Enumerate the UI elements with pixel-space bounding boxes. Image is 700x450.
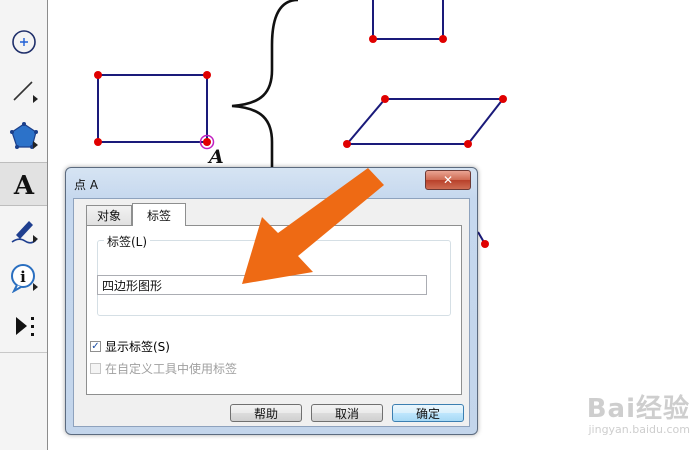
vertex-point	[203, 71, 211, 79]
vertex-point	[381, 95, 389, 103]
vertex-point	[343, 140, 351, 148]
square-shape	[369, 0, 447, 43]
show-label-row[interactable]: 显示标签(S)	[90, 338, 170, 355]
ok-button[interactable]: 确定	[392, 404, 464, 422]
use-in-custom-tools-text: 在自定义工具中使用标签	[105, 362, 238, 376]
vertex-point	[94, 71, 102, 79]
label-group-legend: 标签(L)	[104, 233, 151, 250]
dialog-title: 点 A	[74, 178, 99, 192]
svg-text:A: A	[12, 171, 34, 199]
watermark-url: jingyan.baidu.com	[588, 423, 690, 436]
tab-object[interactable]: 对象	[86, 205, 132, 225]
toolbar: A i	[0, 0, 48, 450]
marker-tool[interactable]	[0, 208, 47, 252]
show-label-checkbox[interactable]	[90, 341, 101, 352]
vertex-point	[499, 95, 507, 103]
segment-tool[interactable]	[0, 68, 47, 112]
vertex-point	[481, 240, 489, 248]
brace-shape	[231, 0, 299, 175]
point-properties-dialog: 点 A ✕ 对象 标签 标签(L) 显示标签(S) 在自定义工具中使用标签 帮助…	[65, 167, 478, 435]
vertex-point	[369, 35, 377, 43]
watermark: Bai经验 jingyan.baidu.com	[587, 388, 690, 436]
vertex-point	[94, 138, 102, 146]
close-icon: ✕	[442, 173, 454, 187]
rectangle-shape	[94, 71, 215, 150]
text-tool[interactable]: A	[0, 162, 47, 206]
point-tool[interactable]	[0, 20, 47, 64]
point-a-label: A	[209, 146, 224, 168]
vertex-point	[439, 35, 447, 43]
partial-shape	[477, 231, 489, 248]
watermark-brand: Bai经验	[586, 394, 690, 424]
polygon-tool[interactable]	[0, 114, 47, 158]
use-in-custom-tools-row: 在自定义工具中使用标签	[90, 360, 237, 377]
tab-label[interactable]: 标签	[132, 203, 186, 226]
custom-tools[interactable]	[0, 304, 47, 348]
custom-tools-icon	[15, 317, 34, 336]
label-text-input[interactable]	[97, 275, 427, 295]
vertex-point	[464, 140, 472, 148]
parallelogram-shape	[343, 95, 507, 148]
use-in-custom-tools-checkbox	[90, 363, 101, 374]
help-button[interactable]: 帮助	[230, 404, 302, 422]
svg-text:i: i	[20, 268, 26, 286]
point-a	[203, 138, 211, 146]
cancel-button[interactable]: 取消	[311, 404, 383, 422]
dialog-client: 对象 标签 标签(L) 显示标签(S) 在自定义工具中使用标签 帮助 取消 确定	[73, 198, 470, 427]
show-label-text: 显示标签(S)	[105, 340, 170, 354]
close-button[interactable]: ✕	[425, 170, 471, 190]
text-tool-icon: A	[12, 171, 34, 199]
point-tool-icon	[11, 30, 36, 54]
info-tool[interactable]: i	[0, 256, 47, 300]
